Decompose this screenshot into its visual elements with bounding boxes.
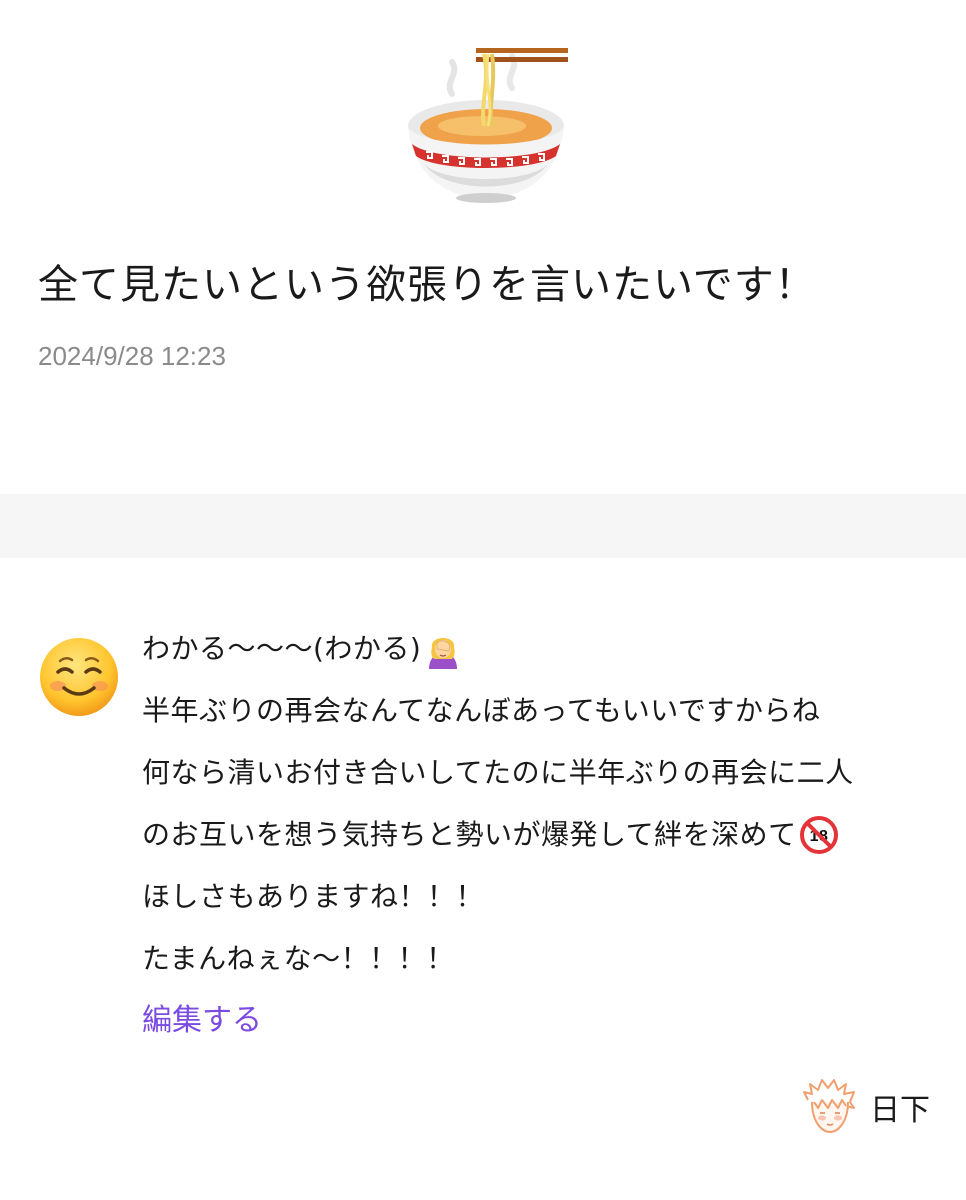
answer-line: たまんねぇな〜！！！！	[142, 942, 455, 975]
answer-line: 半年ぶりの再会なんてなんぼあってもいいですからね	[142, 694, 821, 727]
answer-line: わかる〜〜〜(わかる)	[142, 618, 942, 680]
answer-line: ほしさもありますね！！！	[142, 880, 485, 913]
facepalm-woman-emoji	[429, 638, 458, 669]
author[interactable]: 日下	[802, 1078, 930, 1136]
edit-button[interactable]: 編集する	[142, 990, 262, 1052]
anime-boy-avatar-icon	[803, 1079, 855, 1134]
answer-body: わかる〜〜〜(わかる) 半年ぶりの再会なんてなんぼあってもいいですからね 何なら…	[142, 618, 942, 1052]
answer-line: 何なら清いお付き合いしてたのに半年ぶりの再会に二人	[142, 756, 854, 789]
author-name: 日下	[870, 1093, 930, 1128]
question-title: 全て見たいという欲張りを言いたいです！	[38, 262, 816, 308]
question-card: 全て見たいという欲張りを言いたいです！ 2024/9/28 12:23	[0, 0, 966, 494]
answer-section: わかる〜〜〜(わかる) 半年ぶりの再会なんてなんぼあってもいいですからね 何なら…	[0, 558, 966, 1200]
smiling-face-emoji	[40, 638, 118, 716]
section-divider	[0, 494, 966, 558]
answer-line: のお互いを想う気持ちと勢いが爆発して絆を深めて 18	[142, 804, 942, 866]
question-timestamp: 2024/9/28 12:23	[38, 341, 226, 371]
no-under-18-emoji: 18	[799, 816, 838, 854]
ramen-bowl-icon	[408, 48, 568, 203]
